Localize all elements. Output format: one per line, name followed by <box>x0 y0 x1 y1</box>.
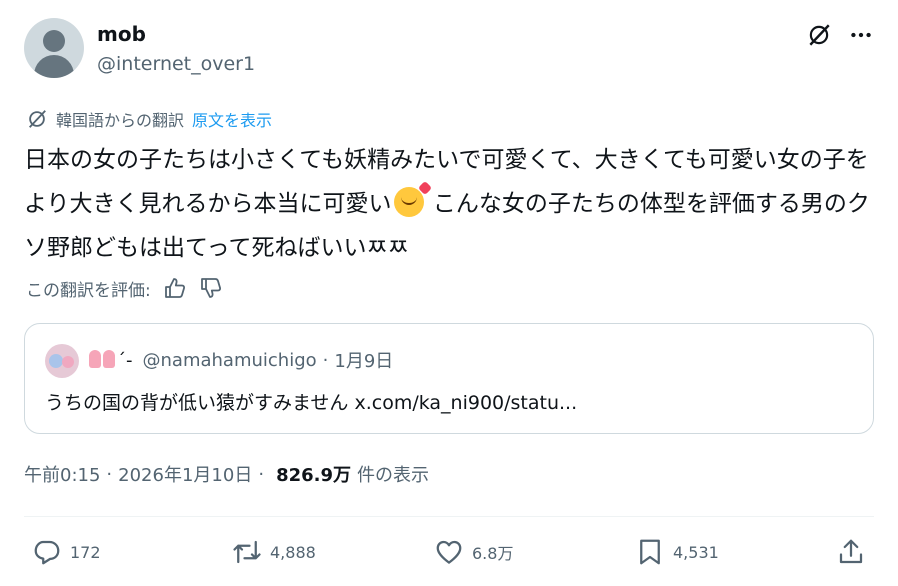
tweet-text: 日本の女の子たちは小さくても妖精みたいで可愛くて、大きくても可愛い女の子をより大… <box>24 138 874 270</box>
avatar-head-shape <box>43 30 65 52</box>
quoted-author-name[interactable]: ´- <box>89 349 133 371</box>
thumbs-down-icon[interactable] <box>199 276 223 300</box>
smiling-face-with-hearts-icon <box>393 187 424 217</box>
divider <box>24 516 874 517</box>
quoted-tweet-text: うちの国の背が低い猿がすみません x.com/ka_ni900/statu... <box>45 392 578 414</box>
like-count: 6.8万 <box>472 544 514 563</box>
quoted-author-avatar[interactable] <box>45 344 79 378</box>
show-original-link[interactable]: 原文を表示 <box>192 107 272 131</box>
rate-translation-label: この翻訳を評価: <box>26 280 151 301</box>
tweet-meta: 午前0:15 · 2026年1月10日 · 826.9万 件の表示 <box>24 461 429 487</box>
meta-separator: · <box>258 463 265 485</box>
more-icon[interactable] <box>848 22 874 48</box>
tweet-time[interactable]: 午前0:15 <box>24 461 100 487</box>
reply-button[interactable]: 172 <box>32 537 101 567</box>
quoted-tweet-header: ´- @namahamuichigo · 1月9日 <box>89 348 393 372</box>
repost-icon <box>233 540 261 564</box>
translation-label: 韓国語からの翻訳 <box>56 111 185 130</box>
bookmark-button[interactable]: 4,531 <box>635 537 719 567</box>
author-display-name[interactable]: mob <box>97 22 146 46</box>
thumbs-up-icon[interactable] <box>163 276 187 300</box>
heart-icon <box>436 540 462 564</box>
author-avatar[interactable] <box>24 18 84 78</box>
bookmark-icon <box>640 539 660 565</box>
author-handle[interactable]: @internet_over1 <box>97 53 255 75</box>
repost-count: 4,888 <box>270 542 316 562</box>
translation-notice: 韓国語からの翻訳 原文を表示 <box>26 108 272 130</box>
ballet-shoes-icon <box>103 349 115 368</box>
share-icon <box>839 539 863 564</box>
reply-icon <box>34 540 60 565</box>
ballet-shoes-icon <box>89 349 101 368</box>
quoted-separator: · <box>322 349 329 371</box>
translate-icon <box>29 110 46 128</box>
views-label: 件の表示 <box>357 465 429 486</box>
quoted-author-name-text: ´- <box>117 349 133 371</box>
reply-count: 172 <box>70 542 101 562</box>
quoted-tweet-date[interactable]: 1月9日 <box>334 347 393 373</box>
like-button[interactable]: 6.8万 <box>434 537 513 567</box>
repost-button[interactable]: 4,888 <box>232 537 316 567</box>
avatar-body-shape <box>34 55 74 78</box>
views-count: 826.9万 <box>276 465 351 486</box>
bookmark-count: 4,531 <box>673 542 719 562</box>
share-button[interactable] <box>836 537 874 567</box>
meta-separator: · <box>106 463 113 485</box>
quoted-tweet[interactable]: ´- @namahamuichigo · 1月9日 うちの国の背が低い猿がすみま… <box>24 323 874 434</box>
grok-icon[interactable] <box>806 22 832 48</box>
tweet-date[interactable]: 2026年1月10日 <box>118 461 252 487</box>
quoted-author-handle[interactable]: @namahamuichigo <box>143 350 317 371</box>
rate-translation: この翻訳を評価: <box>26 276 223 301</box>
